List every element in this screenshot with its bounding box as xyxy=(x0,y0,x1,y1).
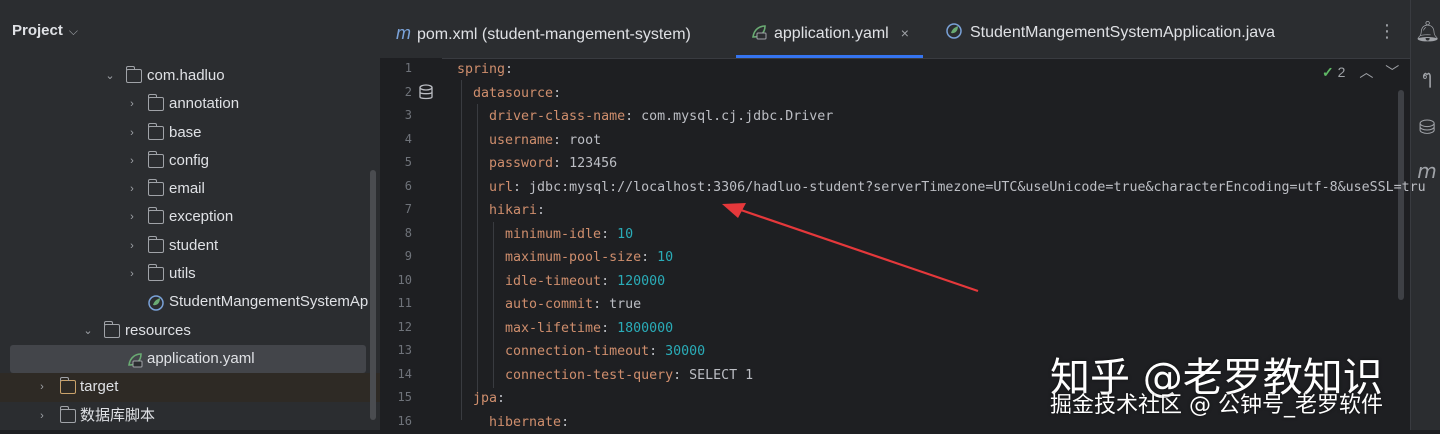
watermark-juejin: 掘金技术社区 @ 公钟号_老罗软件 xyxy=(1050,393,1383,418)
